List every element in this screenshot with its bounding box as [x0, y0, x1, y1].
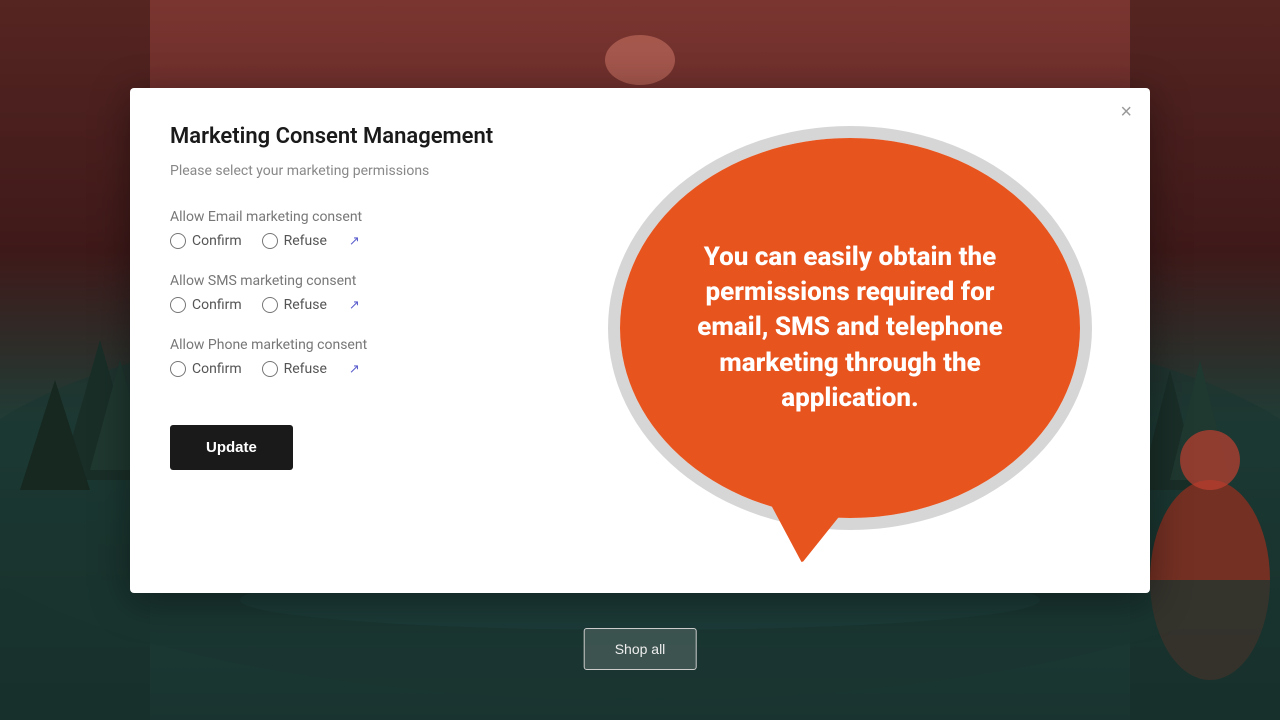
phone-refuse-radio[interactable] — [262, 361, 278, 377]
modal-subtitle: Please select your marketing permissions — [170, 163, 1110, 179]
phone-external-link[interactable]: ↗ — [349, 362, 360, 377]
sms-confirm-radio[interactable] — [170, 297, 186, 313]
phone-consent-section: Allow Phone marketing consent Confirm Re… — [170, 337, 1110, 377]
phone-refuse-label: Refuse — [284, 361, 327, 377]
phone-consent-options: Confirm Refuse ↗ — [170, 361, 1110, 377]
speech-bubble-ring — [608, 126, 1092, 530]
sms-consent-section: Allow SMS marketing consent Confirm Refu… — [170, 273, 1110, 313]
email-refuse-option[interactable]: Refuse — [262, 233, 327, 249]
sms-confirm-label: Confirm — [192, 297, 242, 313]
shop-all-area: Shop all — [584, 628, 697, 670]
modal-backdrop: × Marketing Consent Management Please se… — [0, 0, 1280, 720]
close-button[interactable]: × — [1120, 102, 1132, 122]
sms-refuse-option[interactable]: Refuse — [262, 297, 327, 313]
email-confirm-option[interactable]: Confirm — [170, 233, 242, 249]
email-confirm-label: Confirm — [192, 233, 242, 249]
email-confirm-radio[interactable] — [170, 233, 186, 249]
modal-title: Marketing Consent Management — [170, 124, 1110, 149]
email-refuse-radio[interactable] — [262, 233, 278, 249]
email-external-link[interactable]: ↗ — [349, 234, 360, 249]
shop-all-button[interactable]: Shop all — [584, 628, 697, 670]
speech-bubble: You can easily obtain the permissions re… — [620, 138, 1080, 518]
email-consent-options: Confirm Refuse ↗ — [170, 233, 1110, 249]
phone-refuse-option[interactable]: Refuse — [262, 361, 327, 377]
speech-bubble-text: You can easily obtain the permissions re… — [670, 240, 1030, 415]
sms-external-link[interactable]: ↗ — [349, 298, 360, 313]
sms-confirm-option[interactable]: Confirm — [170, 297, 242, 313]
update-button[interactable]: Update — [170, 425, 293, 470]
email-refuse-label: Refuse — [284, 233, 327, 249]
email-consent-label: Allow Email marketing consent — [170, 209, 1110, 225]
phone-consent-label: Allow Phone marketing consent — [170, 337, 1110, 353]
phone-confirm-radio[interactable] — [170, 361, 186, 377]
phone-confirm-option[interactable]: Confirm — [170, 361, 242, 377]
email-consent-section: Allow Email marketing consent Confirm Re… — [170, 209, 1110, 249]
sms-consent-label: Allow SMS marketing consent — [170, 273, 1110, 289]
phone-confirm-label: Confirm — [192, 361, 242, 377]
modal-dialog: × Marketing Consent Management Please se… — [130, 88, 1150, 593]
sms-refuse-label: Refuse — [284, 297, 327, 313]
sms-consent-options: Confirm Refuse ↗ — [170, 297, 1110, 313]
sms-refuse-radio[interactable] — [262, 297, 278, 313]
